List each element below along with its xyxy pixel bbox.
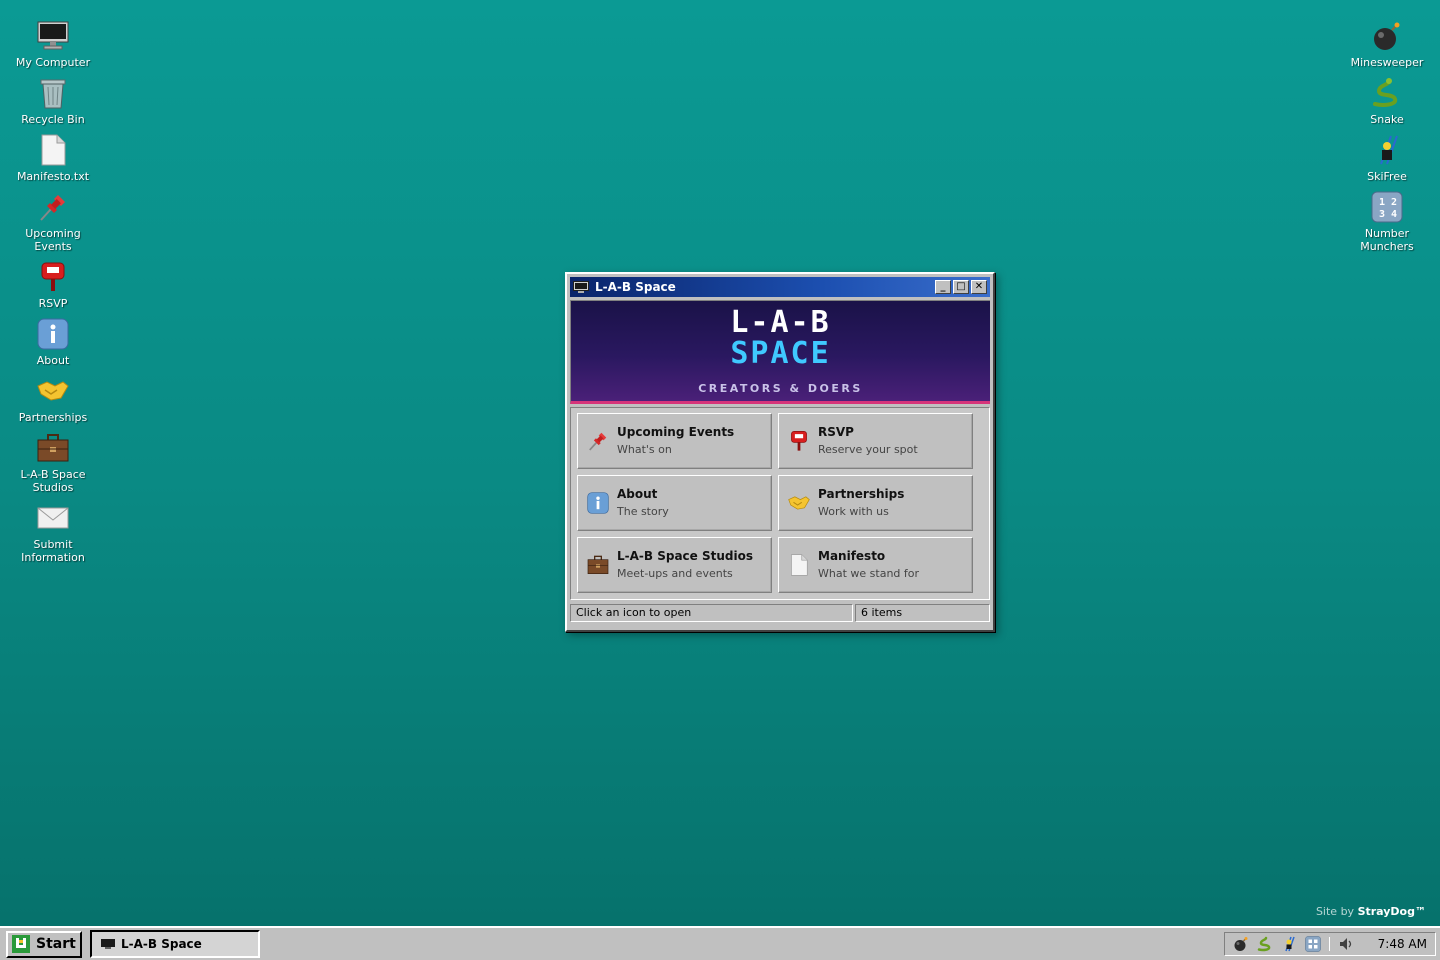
snake-icon[interactable] bbox=[1257, 936, 1273, 952]
text-file-icon bbox=[35, 132, 71, 168]
tile-title: Partnerships bbox=[818, 487, 905, 501]
pushpin-icon bbox=[35, 189, 71, 225]
desktop-icon-submit-information[interactable]: Submit Information bbox=[8, 500, 98, 564]
snake-icon bbox=[1369, 75, 1405, 111]
taskbar: Start L-A-B Space 7:48 AM bbox=[0, 926, 1440, 960]
tile-subtitle: What's on bbox=[617, 443, 672, 456]
tile-lab-studios[interactable]: L-A-B Space Studios Meet-ups and events bbox=[577, 537, 772, 593]
brand-banner: L-A-B SPACE CREATORS & DOERS bbox=[570, 300, 990, 404]
tray-separator bbox=[1329, 937, 1330, 951]
briefcase-icon bbox=[586, 553, 610, 577]
bomb-icon bbox=[1369, 18, 1405, 54]
taskbar-clock[interactable]: 7:48 AM bbox=[1378, 937, 1427, 951]
desktop-left-icons: My Computer Recycle Bin Manifesto.txt Up… bbox=[8, 18, 98, 570]
window-title: L-A-B Space bbox=[595, 280, 676, 294]
launcher-grid: Upcoming Events What's on RSVP Reserve y… bbox=[570, 407, 990, 600]
desktop-icon-upcoming-events[interactable]: Upcoming Events bbox=[8, 189, 98, 253]
desktop-icon-lab-studios[interactable]: L-A-B Space Studios bbox=[8, 430, 98, 494]
maximize-button[interactable]: □ bbox=[953, 280, 969, 294]
lab-space-window: L-A-B Space _ □ ✕ L-A-B SPACE CREATORS &… bbox=[565, 272, 995, 632]
tile-upcoming-events[interactable]: Upcoming Events What's on bbox=[577, 413, 772, 469]
tile-partnerships[interactable]: Partnerships Work with us bbox=[778, 475, 973, 531]
tile-subtitle: Work with us bbox=[818, 505, 889, 518]
start-logo-icon bbox=[12, 935, 30, 953]
minimize-button[interactable]: _ bbox=[935, 280, 951, 294]
site-credit[interactable]: Site by StrayDog™ bbox=[1200, 905, 1426, 918]
window-statusbar: Click an icon to open 6 items bbox=[570, 604, 990, 622]
tile-manifesto[interactable]: Manifesto What we stand for bbox=[778, 537, 973, 593]
desktop-icon-recycle-bin[interactable]: Recycle Bin bbox=[8, 75, 98, 126]
tile-about[interactable]: About The story bbox=[577, 475, 772, 531]
computer-icon bbox=[101, 939, 115, 949]
handshake-icon bbox=[35, 373, 71, 409]
envelope-icon bbox=[35, 500, 71, 536]
close-button[interactable]: ✕ bbox=[971, 280, 987, 294]
desktop-icon-my-computer[interactable]: My Computer bbox=[8, 18, 98, 69]
computer-icon bbox=[35, 18, 71, 54]
desktop-icon-rsvp[interactable]: RSVP bbox=[8, 259, 98, 310]
tile-title: Upcoming Events bbox=[617, 425, 735, 439]
recycle-bin-icon bbox=[35, 75, 71, 111]
bomb-icon[interactable] bbox=[1233, 936, 1249, 952]
desktop-icon-number-munchers[interactable]: 1 23 4 Number Munchers bbox=[1342, 189, 1432, 253]
speaker-icon[interactable] bbox=[1338, 936, 1354, 952]
number-grid-icon: 1 23 4 bbox=[1369, 189, 1405, 225]
mailbox-icon bbox=[787, 429, 811, 453]
desktop-right-icons: Minesweeper Snake SkiFree 1 23 4 Number … bbox=[1342, 18, 1432, 259]
desktop-icon-manifesto[interactable]: Manifesto.txt bbox=[8, 132, 98, 183]
status-item-count: 6 items bbox=[855, 604, 990, 622]
handshake-icon bbox=[787, 491, 811, 515]
desktop-icon-minesweeper[interactable]: Minesweeper bbox=[1342, 18, 1432, 69]
pushpin-icon bbox=[586, 429, 610, 453]
taskbar-window-label: L-A-B Space bbox=[121, 937, 202, 951]
start-label: Start bbox=[36, 936, 76, 952]
svg-text:1 2: 1 2 bbox=[1379, 197, 1397, 208]
desktop-icon-partnerships[interactable]: Partnerships bbox=[8, 373, 98, 424]
info-icon bbox=[586, 491, 610, 515]
tile-subtitle: Reserve your spot bbox=[818, 443, 918, 456]
svg-text:3 4: 3 4 bbox=[1379, 209, 1397, 220]
credit-brand: StrayDog™ bbox=[1357, 905, 1426, 918]
skier-icon[interactable] bbox=[1281, 936, 1297, 952]
desktop-icon-about[interactable]: About bbox=[8, 316, 98, 367]
desktop-icon-snake[interactable]: Snake bbox=[1342, 75, 1432, 126]
status-hint: Click an icon to open bbox=[570, 604, 853, 622]
info-icon bbox=[35, 316, 71, 352]
tile-subtitle: Meet-ups and events bbox=[617, 567, 733, 580]
tile-subtitle: What we stand for bbox=[818, 567, 920, 580]
tile-title: Manifesto bbox=[818, 549, 886, 563]
mailbox-icon bbox=[35, 259, 71, 295]
taskbar-window-button[interactable]: L-A-B Space bbox=[90, 930, 260, 958]
tile-title: L-A-B Space Studios bbox=[617, 549, 753, 563]
window-titlebar[interactable]: L-A-B Space _ □ ✕ bbox=[570, 277, 990, 297]
tagline: CREATORS & DOERS bbox=[698, 381, 863, 395]
desktop-icon-skifree[interactable]: SkiFree bbox=[1342, 132, 1432, 183]
briefcase-icon bbox=[35, 430, 71, 466]
tile-title: About bbox=[617, 487, 658, 501]
document-icon bbox=[787, 553, 811, 577]
tile-subtitle: The story bbox=[617, 505, 669, 518]
tile-rsvp[interactable]: RSVP Reserve your spot bbox=[778, 413, 973, 469]
computer-icon bbox=[573, 280, 589, 294]
tile-title: RSVP bbox=[818, 425, 854, 439]
logo-line-1: L-A-B bbox=[730, 304, 831, 340]
start-button[interactable]: Start bbox=[6, 930, 82, 958]
system-tray: 7:48 AM bbox=[1224, 932, 1436, 956]
skier-icon bbox=[1369, 132, 1405, 168]
credit-prefix: Site by bbox=[1315, 905, 1355, 918]
logo-line-2: SPACE bbox=[730, 335, 831, 371]
number-grid-icon[interactable] bbox=[1305, 936, 1321, 952]
